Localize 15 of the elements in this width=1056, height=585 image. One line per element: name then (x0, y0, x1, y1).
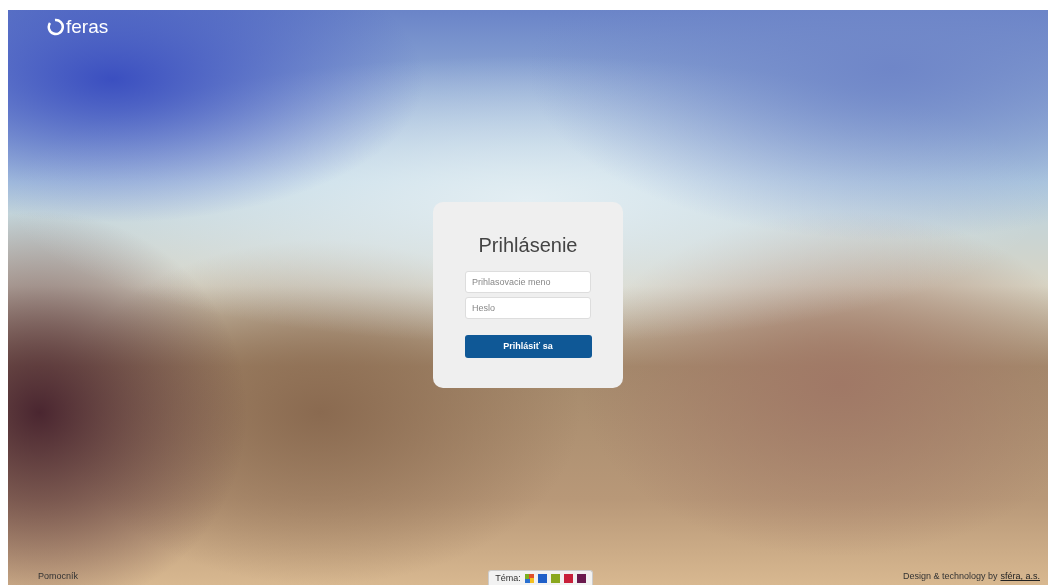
password-field[interactable]: Heslo (465, 296, 591, 319)
logo-icon (46, 18, 64, 36)
credit-text: Design & technology by (902, 571, 998, 581)
theme-swatch[interactable] (563, 574, 573, 583)
theme-swatch[interactable] (550, 574, 560, 583)
theme-swatch[interactable] (524, 574, 534, 583)
theme-swatch[interactable] (537, 574, 547, 583)
login-title: Prihlásenie (478, 233, 578, 257)
help-link[interactable]: Pomocník (38, 571, 79, 581)
username-field[interactable]: Prihlasovacie meno (465, 270, 591, 293)
theme-swatch[interactable] (576, 574, 586, 583)
company-link[interactable]: sféra, a.s. (1000, 571, 1040, 581)
login-button[interactable]: Prihlásiť sa (464, 334, 592, 358)
theme-label: Téma: (495, 573, 521, 584)
logo-text: feras (66, 16, 109, 38)
